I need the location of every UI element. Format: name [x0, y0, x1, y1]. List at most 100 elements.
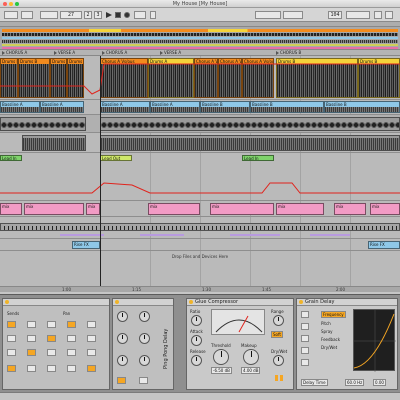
clip-mix[interactable]: mix: [210, 203, 274, 215]
value-field[interactable]: [67, 335, 77, 342]
key-map-button[interactable]: [374, 11, 382, 19]
value-field[interactable]: [301, 311, 309, 318]
clip-mix[interactable]: mix: [0, 203, 22, 215]
playhead[interactable]: [100, 56, 101, 288]
loop-length-field[interactable]: [283, 11, 303, 19]
value-field[interactable]: [87, 321, 97, 328]
volume-automation[interactable]: [0, 56, 400, 100]
xy-pad[interactable]: [353, 309, 396, 372]
value-field[interactable]: [87, 349, 97, 356]
drywet-knob[interactable]: [273, 355, 284, 366]
knob[interactable]: [117, 311, 128, 322]
clip-mix[interactable]: mix: [276, 203, 324, 215]
loop-button[interactable]: [134, 11, 146, 19]
metronome-button[interactable]: [21, 11, 33, 19]
clip-keys[interactable]: [0, 223, 400, 231]
device-header[interactable]: [3, 299, 109, 306]
clip-hats[interactable]: [100, 135, 400, 151]
clip-rise-fx[interactable]: Rise FX: [72, 241, 100, 249]
loop-start-field[interactable]: [255, 11, 281, 19]
filter-automation[interactable]: [0, 153, 400, 201]
value-field[interactable]: [301, 335, 309, 342]
value-field[interactable]: [27, 365, 37, 372]
clip-rise-fx[interactable]: Rise FX: [368, 241, 400, 249]
value-field[interactable]: [301, 347, 309, 354]
device-mixer[interactable]: Sends Pan: [2, 298, 110, 390]
value-field[interactable]: [117, 377, 127, 384]
draw-mode-button[interactable]: [150, 11, 156, 19]
value-field[interactable]: [139, 377, 149, 384]
clip-bassline[interactable]: Bassline A: [40, 101, 84, 113]
device-header[interactable]: Glue Compressor: [187, 299, 293, 306]
value-field[interactable]: [67, 321, 77, 328]
arrangement-view[interactable]: Drums B Drums B Drums B Drums B Chorus A…: [0, 56, 400, 288]
value-field[interactable]: [67, 365, 77, 372]
ratio-knob[interactable]: [191, 315, 202, 326]
clip-mix[interactable]: mix: [86, 203, 100, 215]
threshold-knob[interactable]: [213, 349, 229, 365]
device-ping-pong-delay[interactable]: Ping Pong Delay: [112, 298, 174, 390]
value-field[interactable]: [27, 321, 37, 328]
value-field[interactable]: [47, 365, 57, 372]
tap-tempo-button[interactable]: [4, 11, 18, 19]
stop-icon[interactable]: [115, 12, 121, 18]
device-on-icon[interactable]: [5, 299, 9, 304]
makeup-knob[interactable]: [243, 349, 259, 365]
device-on-icon[interactable]: [299, 299, 303, 304]
device-on-icon[interactable]: [115, 299, 119, 304]
knob[interactable]: [117, 355, 128, 366]
device-header[interactable]: Grain Delay: [297, 299, 397, 306]
attack-knob[interactable]: [191, 335, 202, 346]
midi-map-button[interactable]: [385, 11, 393, 19]
device-glue-compressor[interactable]: Glue Compressor Ratio Attack Release Thr…: [186, 298, 294, 390]
record-icon[interactable]: [124, 12, 130, 18]
frequency-field[interactable]: Frequency: [321, 311, 346, 318]
clip-mix[interactable]: mix: [24, 203, 84, 215]
tempo-field[interactable]: [40, 11, 58, 19]
bar-position-field[interactable]: 27: [60, 11, 82, 19]
value-field[interactable]: [87, 365, 97, 372]
time-ruler[interactable]: 1:00 1:15 1:30 1:45 2:00: [0, 286, 400, 292]
clip-percussion[interactable]: [0, 117, 86, 131]
value-field[interactable]: [7, 335, 17, 342]
value-field[interactable]: [27, 335, 37, 342]
value-field[interactable]: [301, 323, 309, 330]
value-field[interactable]: [47, 321, 57, 328]
play-icon[interactable]: [106, 12, 112, 18]
value-field[interactable]: [27, 349, 37, 356]
value-field[interactable]: [301, 359, 309, 366]
clip-bassline[interactable]: Bassline A: [0, 101, 40, 113]
range-knob[interactable]: [273, 315, 284, 326]
value-field[interactable]: [47, 349, 57, 356]
clip-mix[interactable]: mix: [148, 203, 200, 215]
delay-time-field[interactable]: Delay Time: [301, 379, 328, 386]
drop-zone-hint[interactable]: Drop Files and Devices Here: [0, 252, 400, 262]
clip-mix[interactable]: mix: [334, 203, 366, 215]
clip-bassline[interactable]: Bassline A: [100, 101, 150, 113]
value-field[interactable]: [7, 349, 17, 356]
value-field[interactable]: [7, 321, 17, 328]
device-on-icon[interactable]: [189, 299, 193, 304]
clip-bassline[interactable]: Bassline B: [324, 101, 400, 113]
clip-percussion[interactable]: [100, 117, 400, 131]
clip-hats[interactable]: [22, 135, 86, 151]
beat-position-field[interactable]: 2: [84, 11, 92, 19]
release-knob[interactable]: [191, 355, 202, 366]
value-field[interactable]: [7, 365, 17, 372]
pitch-value[interactable]: 0.00: [373, 379, 386, 386]
zoom-field[interactable]: 104: [328, 11, 342, 19]
clip-bassline[interactable]: Bassline A: [150, 101, 200, 113]
knob[interactable]: [139, 355, 150, 366]
makeup-value[interactable]: 4.00 dB: [241, 367, 261, 374]
knob[interactable]: [139, 311, 150, 322]
frequency-value[interactable]: 60.0 Hz: [345, 379, 365, 386]
value-field[interactable]: [87, 335, 97, 342]
knob[interactable]: [117, 333, 128, 344]
clip-mix[interactable]: mix: [370, 203, 400, 215]
soft-clip-toggle[interactable]: Soft: [271, 331, 283, 338]
value-field[interactable]: [47, 335, 57, 342]
clip-bassline[interactable]: Bassline B: [200, 101, 250, 113]
value-field[interactable]: [67, 349, 77, 356]
device-grain-delay[interactable]: Grain Delay Frequency Pitch Spray Feedba…: [296, 298, 398, 390]
sixteenth-position-field[interactable]: 3: [94, 11, 102, 19]
